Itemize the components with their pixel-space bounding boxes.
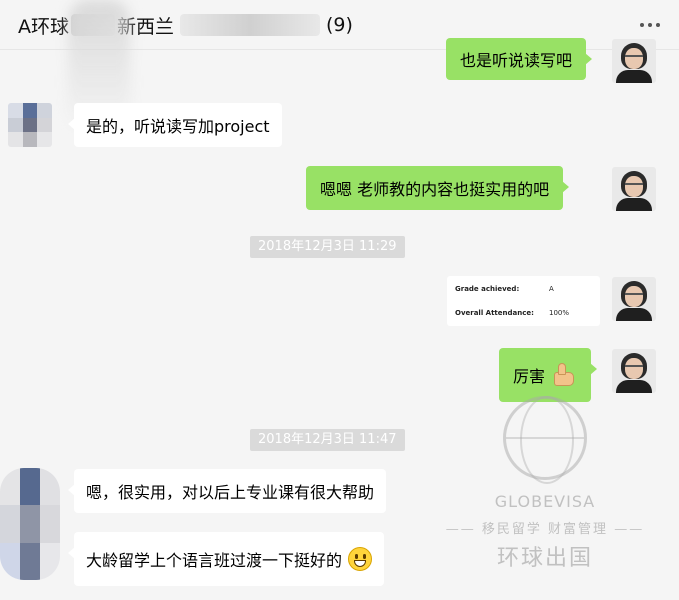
message-text: 也是听说读写吧 [460, 51, 573, 70]
message-bubble-sent[interactable]: 厉害 [499, 348, 598, 402]
message-text: 嗯嗯 老师教的内容也挺实用的吧 [320, 180, 550, 199]
attendance-label: Overall Attendance: [455, 309, 534, 317]
message-bubble-sent[interactable]: 也是听说读写吧 [446, 38, 593, 80]
message-bubble-sent[interactable]: 嗯嗯 老师教的内容也挺实用的吧 [306, 166, 570, 210]
message-bubble-received[interactable]: 大龄留学上个语言班过渡一下挺好的 [67, 532, 385, 586]
avatar-teacher[interactable] [612, 39, 656, 83]
watermark: GLOBEVISA —— 移民留学 财富管理 —— 环球出国 [440, 392, 650, 582]
avatar-teacher[interactable] [612, 167, 656, 211]
timestamp: 2018年12月3日 11:29 [250, 236, 405, 258]
message-bubble-received[interactable]: 是的，听说读写加project [68, 103, 282, 147]
chat-title-prefix: A环球 [18, 15, 69, 38]
avatar-teacher[interactable] [612, 349, 656, 393]
globe-logo-icon [503, 396, 587, 484]
avatar-student-blurred[interactable] [8, 103, 52, 147]
watermark-tagline: —— 移民留学 财富管理 —— [445, 522, 645, 537]
avatar-student-blurred[interactable] [0, 468, 60, 580]
grade-value: A [549, 285, 554, 293]
watermark-chinese-name: 环球出国 [496, 546, 593, 571]
message-bubble-received[interactable]: 嗯，很实用，对以后上专业课有很大帮助 [67, 469, 387, 513]
timestamp: 2018年12月3日 11:47 [250, 429, 405, 451]
grade-label: Grade achieved: [455, 285, 520, 293]
more-dots-icon[interactable] [635, 13, 665, 37]
attendance-value: 100% [549, 309, 570, 317]
message-text: 嗯，很实用，对以后上专业课有很大帮助 [86, 483, 375, 502]
member-count: (9) [326, 14, 353, 36]
watermark-brand: GLOBEVISA [494, 492, 596, 511]
grinning-face-icon [348, 547, 373, 571]
image-message-grade-report[interactable]: Grade achieved: A Overall Attendance: 10… [447, 276, 600, 326]
avatar-teacher[interactable] [612, 277, 656, 321]
message-text: 大龄留学上个语言班过渡一下挺好的 [86, 551, 343, 570]
thumbs-up-icon [551, 362, 577, 388]
redacted-name-part [180, 14, 321, 36]
message-text: 是的，听说读写加project [86, 117, 270, 136]
message-text: 厉害 [513, 367, 546, 386]
